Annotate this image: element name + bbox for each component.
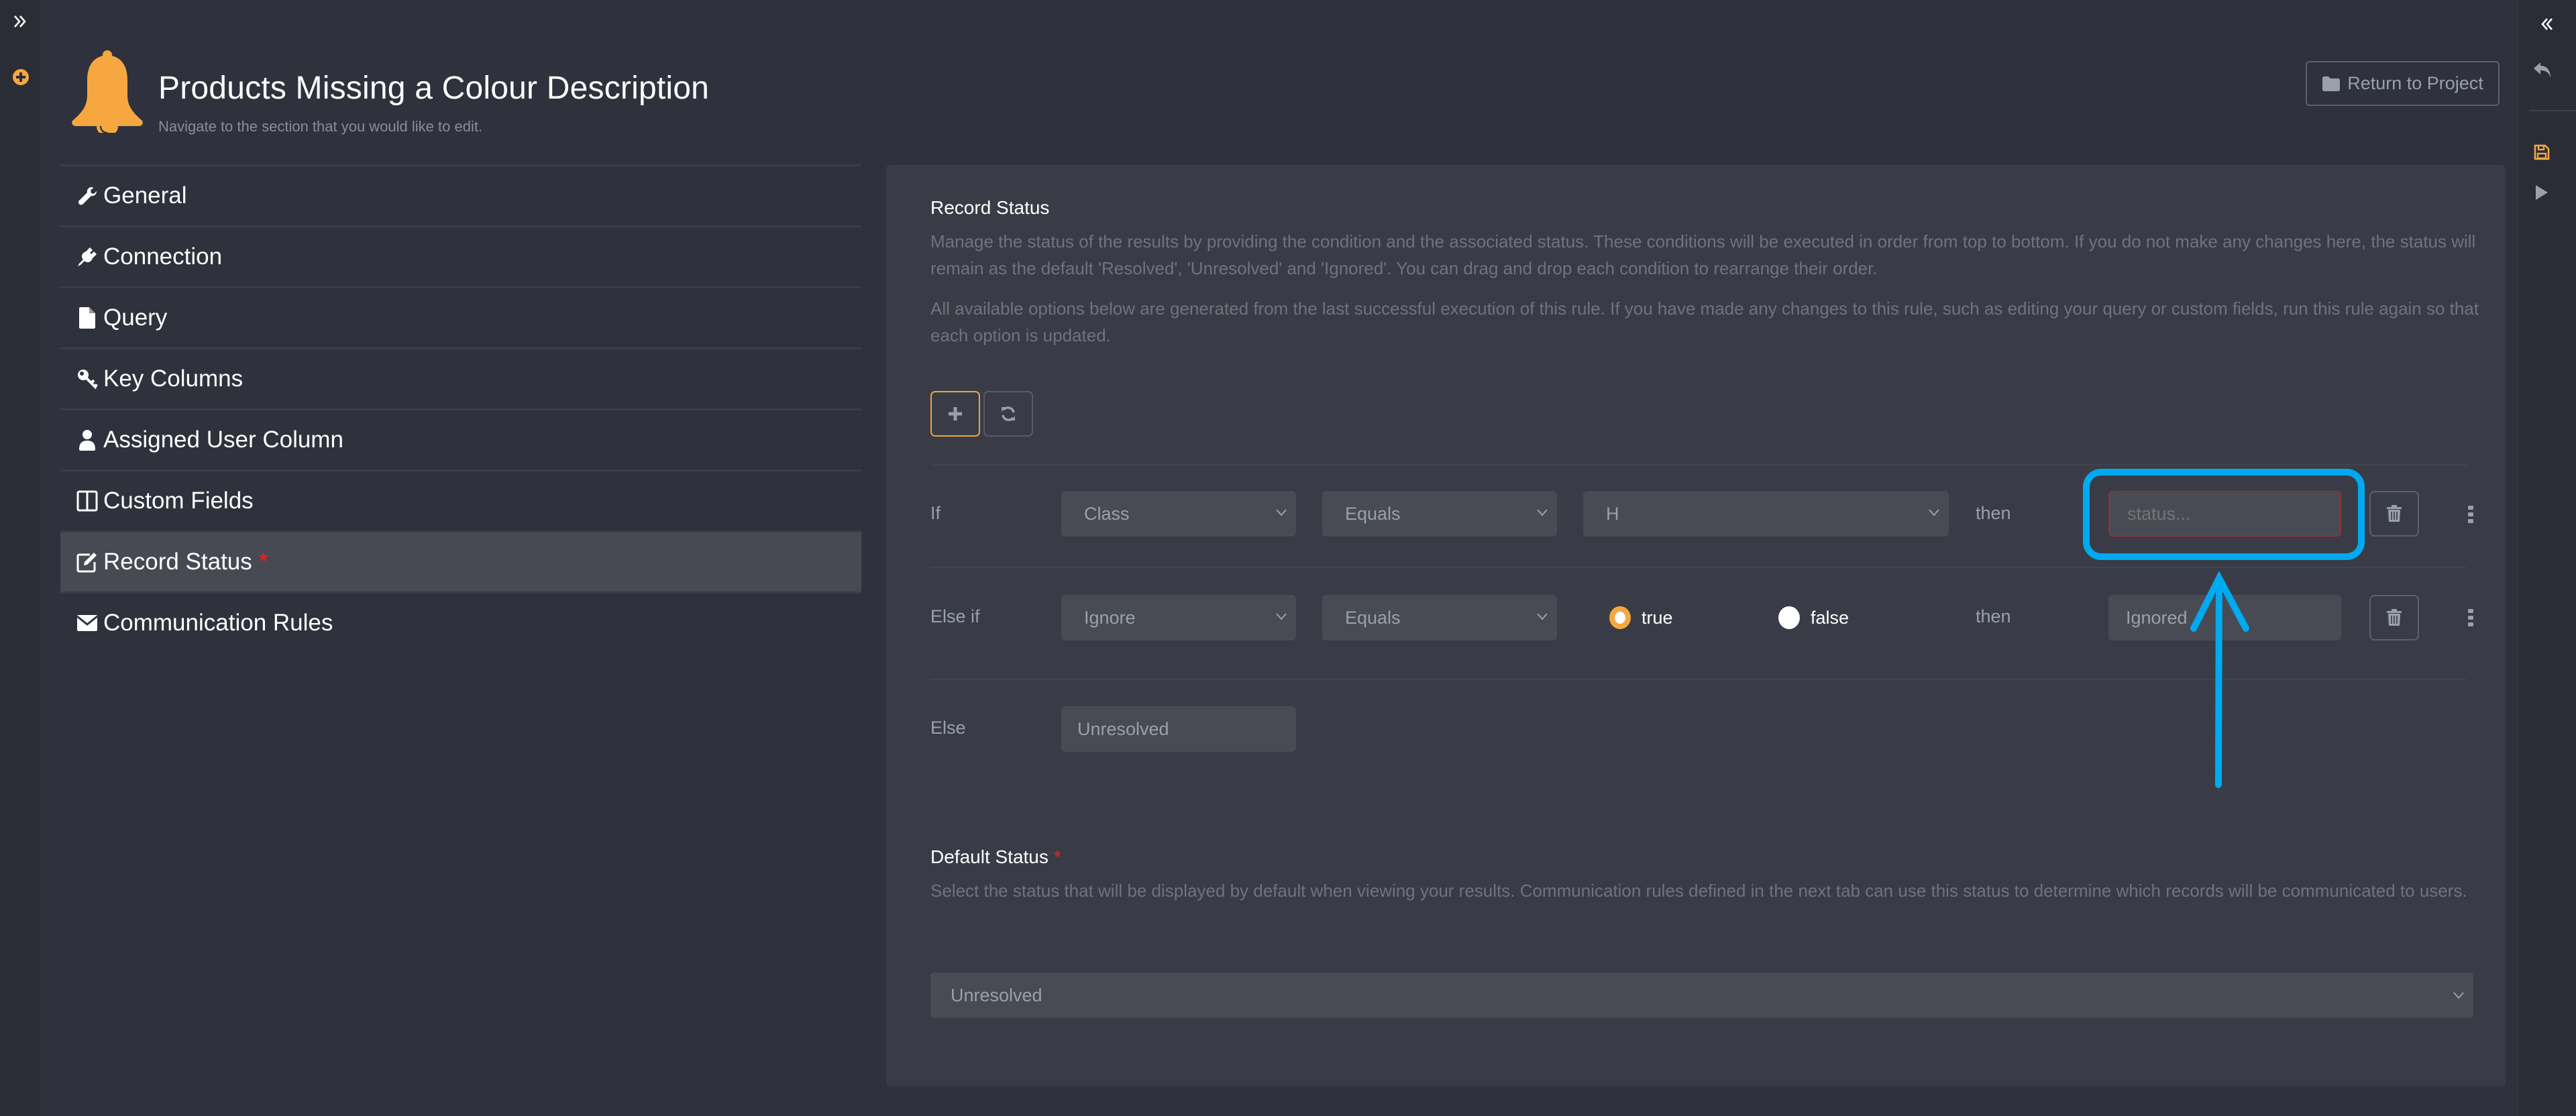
undo-icon[interactable] bbox=[2532, 59, 2553, 80]
plus-icon bbox=[948, 406, 963, 421]
drag-handle-icon[interactable] bbox=[2467, 506, 2475, 523]
key-icon bbox=[76, 367, 98, 391]
refresh-icon bbox=[1000, 406, 1016, 422]
default-status-select[interactable]: Unresolved bbox=[930, 972, 2473, 1018]
radio-label: false bbox=[1811, 607, 1849, 628]
edit-icon bbox=[76, 550, 98, 574]
status-value: Ignored bbox=[2126, 607, 2188, 628]
chevron-double-left-icon[interactable] bbox=[2538, 15, 2557, 34]
nav-item-assigned-user-column[interactable]: Assigned User Column bbox=[60, 408, 861, 469]
radio-selected-indicator bbox=[1609, 606, 1631, 629]
row-divider bbox=[930, 464, 2467, 465]
else-status-input[interactable]: Unresolved bbox=[1061, 706, 1296, 752]
right-rail bbox=[2519, 0, 2576, 1116]
condition-label: Else if bbox=[930, 606, 980, 626]
nav-item-connection[interactable]: Connection bbox=[60, 225, 861, 286]
record-status-panel: Record Status Manage the status of the r… bbox=[886, 165, 2506, 1086]
wrench-icon bbox=[76, 184, 98, 208]
else-label: Else bbox=[930, 718, 966, 738]
then-label: then bbox=[1976, 503, 2011, 523]
return-to-project-button[interactable]: Return to Project bbox=[2306, 61, 2500, 106]
default-status-label: Default Status * bbox=[930, 846, 1061, 868]
play-icon[interactable] bbox=[2533, 182, 2551, 203]
trash-icon bbox=[2387, 505, 2402, 522]
required-asterisk: * bbox=[1053, 846, 1061, 867]
radio-false[interactable]: false bbox=[1778, 606, 1849, 629]
status-input[interactable] bbox=[2108, 491, 2341, 537]
envelope-icon bbox=[76, 611, 98, 635]
refresh-options-button[interactable] bbox=[983, 391, 1033, 437]
nav-item-communication-rules[interactable]: Communication Rules bbox=[60, 592, 861, 653]
nav-item-label: Query bbox=[103, 304, 168, 331]
record-status-title: Record Status bbox=[930, 197, 1050, 218]
status-input[interactable]: Ignored bbox=[2108, 595, 2341, 640]
record-status-description: Manage the status of the results by prov… bbox=[930, 231, 2476, 278]
nav-item-label: Custom Fields bbox=[103, 488, 254, 514]
nav-item-query[interactable]: Query bbox=[60, 286, 861, 347]
chevron-down-icon bbox=[1929, 509, 1939, 516]
add-condition-button[interactable] bbox=[930, 391, 980, 437]
nav-item-key-columns[interactable]: Key Columns bbox=[60, 347, 861, 408]
radio-label: true bbox=[1642, 607, 1673, 628]
nav-item-label: Communication Rules bbox=[103, 610, 333, 636]
chevron-down-icon bbox=[2453, 992, 2464, 999]
select-value: H bbox=[1606, 503, 1619, 524]
required-asterisk: * bbox=[258, 549, 268, 575]
bell-icon bbox=[67, 48, 148, 135]
condition-field-select[interactable]: Class bbox=[1061, 491, 1296, 537]
radio-true[interactable]: true bbox=[1609, 606, 1673, 629]
condition-field-select[interactable]: Ignore bbox=[1061, 595, 1296, 640]
chevron-double-right-icon[interactable] bbox=[9, 11, 31, 32]
nav-item-general[interactable]: General bbox=[60, 164, 861, 225]
page-title: Products Missing a Colour Description bbox=[158, 70, 710, 106]
select-value: Equals bbox=[1345, 607, 1401, 628]
plus-circle-icon[interactable] bbox=[12, 68, 30, 86]
delete-condition-button[interactable] bbox=[2369, 595, 2419, 640]
user-icon bbox=[76, 428, 98, 452]
condition-operator-select[interactable]: Equals bbox=[1322, 491, 1557, 537]
radio-unselected-indicator bbox=[1778, 606, 1800, 629]
condition-value-select[interactable]: H bbox=[1583, 491, 1949, 537]
row-divider bbox=[930, 567, 2467, 568]
save-icon[interactable] bbox=[2533, 144, 2551, 161]
chevron-down-icon bbox=[1276, 613, 1287, 620]
section-nav: General Connection Query Key Columns Ass… bbox=[60, 164, 861, 653]
plug-icon bbox=[76, 245, 98, 269]
file-icon bbox=[76, 306, 98, 330]
select-value: Class bbox=[1084, 503, 1130, 524]
condition-operator-select[interactable]: Equals bbox=[1322, 595, 1557, 640]
trash-icon bbox=[2387, 609, 2402, 626]
folder-icon bbox=[2322, 76, 2341, 92]
row-divider bbox=[930, 679, 2467, 680]
condition-label: If bbox=[930, 503, 941, 523]
return-to-project-label: Return to Project bbox=[2347, 73, 2483, 93]
select-value: Equals bbox=[1345, 503, 1401, 524]
chevron-down-icon bbox=[1276, 509, 1287, 516]
then-label: then bbox=[1976, 606, 2011, 626]
else-status-value: Unresolved bbox=[1077, 718, 1169, 739]
drag-handle-icon[interactable] bbox=[2467, 609, 2475, 626]
record-status-options-note: All available options below are generate… bbox=[930, 298, 2479, 345]
nav-item-label: General bbox=[103, 182, 187, 209]
nav-item-label: Key Columns bbox=[103, 366, 244, 392]
nav-item-label: Assigned User Column bbox=[103, 427, 343, 453]
default-status-description: Select the status that will be displayed… bbox=[930, 881, 2467, 901]
nav-item-record-status[interactable]: Record Status * bbox=[60, 531, 861, 592]
select-value: Ignore bbox=[1084, 607, 1136, 628]
left-rail bbox=[0, 0, 40, 1116]
chevron-down-icon bbox=[1537, 509, 1548, 516]
nav-item-custom-fields[interactable]: Custom Fields bbox=[60, 469, 861, 531]
delete-condition-button[interactable] bbox=[2369, 491, 2419, 537]
rail-divider bbox=[2529, 110, 2576, 111]
nav-item-label: Connection bbox=[103, 243, 223, 270]
select-value: Unresolved bbox=[951, 985, 1042, 1005]
columns-icon bbox=[76, 489, 98, 513]
chevron-down-icon bbox=[1537, 613, 1548, 620]
page-subtitle: Navigate to the section that you would l… bbox=[158, 118, 483, 135]
default-status-title: Default Status bbox=[930, 846, 1049, 867]
nav-item-label: Record Status bbox=[103, 549, 252, 575]
